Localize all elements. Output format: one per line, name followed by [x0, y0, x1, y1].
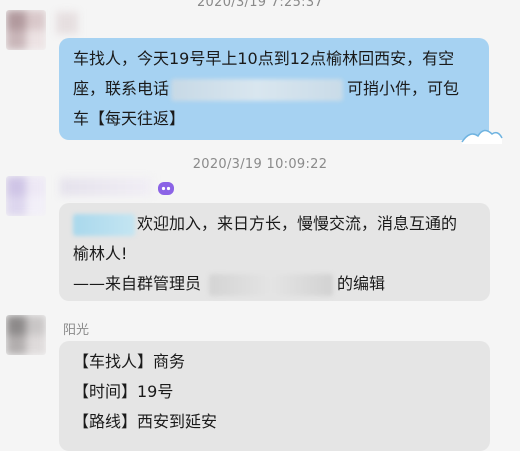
- message-line: 座，联系电话 可捎小件，可包: [73, 74, 475, 104]
- message-text: 的编辑: [337, 274, 386, 293]
- redacted-phone: [171, 78, 344, 101]
- sender-name: 阳光: [63, 323, 90, 338]
- message-text: 欢迎加入，来日方长，慢慢交流，消息互通的: [137, 214, 458, 233]
- message-line: 【时间】19号: [73, 382, 174, 401]
- redacted-admin-name: [209, 273, 334, 296]
- message-line: 车找人，今天19号早上10点到12点榆林回西安，有空: [73, 49, 455, 68]
- message-bubble-outgoing[interactable]: 车找人，今天19号早上10点到12点榆林回西安，有空 座，联系电话 可捎小件，可包…: [59, 38, 489, 140]
- avatar-self[interactable]: [6, 10, 46, 50]
- avatar-member-2[interactable]: [6, 315, 46, 355]
- message-text: 座，联系电话: [73, 79, 170, 98]
- avatar-image: [6, 10, 46, 50]
- blurred-nickname: [56, 12, 78, 34]
- message-bubble-incoming[interactable]: 欢迎加入，来日方长，慢慢交流，消息互通的 榆林人! ——来自群管理员 的编辑: [59, 203, 490, 301]
- message-text: ——来自群管理员: [73, 274, 202, 293]
- blurred-nickname: [60, 178, 152, 196]
- message-line: 欢迎加入，来日方长，慢慢交流，消息互通的: [73, 209, 476, 239]
- message-line: 【路线】西安到延安: [73, 412, 218, 431]
- avatar-member-1[interactable]: [6, 176, 46, 216]
- message-line: 【车找人】商务: [73, 352, 186, 371]
- robot-icon: [158, 182, 174, 195]
- avatar-image: [6, 315, 46, 355]
- timestamp-mid: 2020/3/19 10:09:22: [192, 157, 328, 172]
- redacted-mention: [73, 213, 135, 236]
- message-line: 车【每天往返】: [73, 109, 186, 128]
- message-bubble-incoming[interactable]: 【车找人】商务 【时间】19号 【路线】西安到延安: [59, 341, 490, 451]
- avatar-image: [6, 176, 46, 216]
- message-text: 可捎小件，可包: [347, 79, 460, 98]
- timestamp-top: 2020/3/19 7:25:37: [196, 0, 323, 10]
- message-line: ——来自群管理员 的编辑: [73, 269, 476, 299]
- message-line: 榆林人!: [73, 244, 128, 263]
- wave-decoration-icon: [461, 129, 503, 144]
